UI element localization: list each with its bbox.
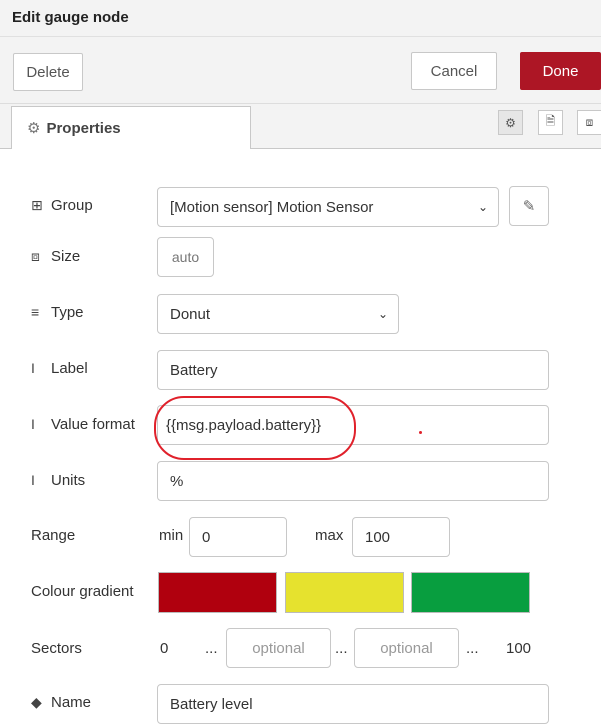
size-value: auto (171, 249, 200, 265)
text-cursor-icon: I (31, 472, 35, 488)
annotation-dot (419, 431, 422, 434)
sectors-ellipsis-3: ... (466, 640, 479, 657)
tag-icon: ◆ (31, 694, 42, 710)
tab-properties[interactable]: ⚙ Properties (11, 106, 251, 149)
sectors-ellipsis-1: ... (205, 640, 218, 657)
list-icon: ≡ (31, 304, 40, 320)
name-input[interactable]: Battery level (157, 684, 549, 724)
range-max-value: 100 (365, 528, 391, 546)
range-max-label: max (315, 527, 344, 544)
dialog-header: Edit gauge node (0, 0, 601, 37)
type-select-value: Donut (170, 305, 211, 323)
sector-1-placeholder: optional (252, 639, 305, 657)
pencil-icon: ✎ (522, 198, 536, 215)
text-cursor-icon: I (31, 360, 35, 376)
range-max-input[interactable]: 100 (352, 517, 450, 557)
table-icon: ⊞ (31, 197, 43, 213)
tab-properties-label: ⚙ Properties (27, 119, 121, 137)
description-tab-icon[interactable]: 🗎 (538, 110, 563, 135)
edit-group-button[interactable]: ✎ (509, 186, 549, 226)
text-cursor-icon: I (31, 416, 35, 432)
units-value: % (170, 472, 184, 490)
group-select[interactable]: [Motion sensor] Motion Sensor ⌄ (157, 187, 499, 227)
units-input[interactable]: % (157, 461, 549, 501)
delete-button[interactable]: Delete (13, 53, 83, 91)
tab-bar: ⚙ Properties ⚙ 🗎 ⧈ (0, 104, 601, 149)
done-button[interactable]: Done (520, 52, 601, 90)
dialog-title: Edit gauge node (12, 9, 129, 26)
label-input-value: Battery (170, 361, 218, 379)
highlight-circle-annotation (154, 396, 356, 460)
type-select[interactable]: Donut ⌄ (157, 294, 399, 334)
chevron-down-icon: ⌄ (477, 200, 488, 214)
range-label: Range (31, 527, 76, 544)
gear-icon: ⚙ (27, 120, 41, 137)
sector-2-input[interactable]: optional (354, 628, 459, 668)
label-label: I Label (31, 360, 88, 377)
cancel-button[interactable]: Cancel (411, 52, 497, 90)
settings-tab-icon[interactable]: ⚙ (498, 110, 523, 135)
group-select-value: [Motion sensor] Motion Sensor (170, 198, 374, 216)
colour-gradient-label: Colour gradient (31, 583, 134, 600)
type-label: ≡ Type (31, 304, 84, 321)
sectors-label: Sectors (31, 640, 82, 657)
range-min-label: min (159, 527, 184, 544)
size-button[interactable]: auto (157, 237, 214, 277)
size-label: ⧈ Size (31, 248, 81, 265)
appearance-tab-icon[interactable]: ⧈ (577, 110, 601, 135)
range-min-value: 0 (202, 528, 211, 546)
chevron-down-icon: ⌄ (377, 307, 388, 321)
sectors-ellipsis-2: ... (335, 640, 348, 657)
sectors-end: 100 (506, 640, 532, 657)
name-value: Battery level (170, 695, 253, 713)
name-label: ◆ Name (31, 694, 92, 711)
sector-1-input[interactable]: optional (226, 628, 331, 668)
sector-2-placeholder: optional (380, 639, 433, 657)
range-min-input[interactable]: 0 (189, 517, 287, 557)
size-icon: ⧈ (31, 248, 40, 264)
value-format-label: I Value format (31, 416, 135, 433)
action-bar: Delete Cancel Done (0, 37, 601, 104)
colour-swatch-mid[interactable] (285, 572, 404, 613)
colour-swatch-high[interactable] (411, 572, 530, 613)
label-input[interactable]: Battery (157, 350, 549, 390)
group-label: ⊞ Group (31, 197, 93, 214)
sectors-start: 0 (160, 640, 169, 657)
colour-swatch-low[interactable] (158, 572, 277, 613)
tab-properties-text: Properties (46, 120, 121, 137)
units-label: I Units (31, 472, 86, 489)
